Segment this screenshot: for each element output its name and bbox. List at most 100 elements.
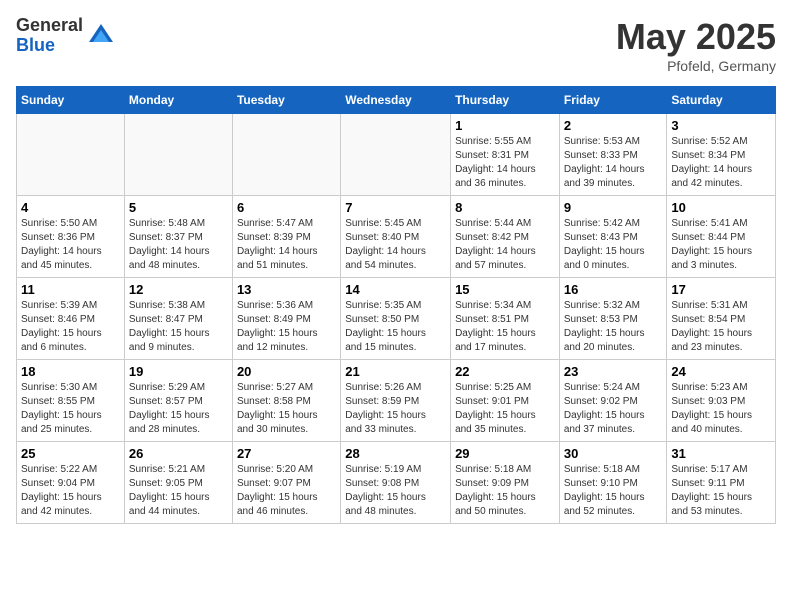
day-info: Sunrise: 5:17 AM Sunset: 9:11 PM Dayligh… — [671, 463, 771, 519]
calendar-cell: 10 Sunrise: 5:41 AM Sunset: 8:44 PM Dayli… — [667, 196, 776, 278]
day-info: Sunrise: 5:55 AM Sunset: 8:31 PM Dayligh… — [455, 135, 555, 191]
calendar-cell: 27Sunrise: 5:20 AM Sunset: 9:07 PM Dayli… — [232, 442, 340, 524]
day-info: Sunrise: 5:19 AM Sunset: 9:08 PM Dayligh… — [345, 463, 446, 519]
day-info: Sunrise: 5:22 AM Sunset: 9:04 PM Dayligh… — [21, 463, 120, 519]
day-info: Sunrise: 5:18 AM Sunset: 9:09 PM Dayligh… — [455, 463, 555, 519]
day-info: Sunrise: 5:27 AM Sunset: 8:58 PM Dayligh… — [237, 381, 336, 437]
weekday-header-monday: Monday — [124, 87, 232, 114]
day-info: Sunrise: 5:25 AM Sunset: 9:01 PM Dayligh… — [455, 381, 555, 437]
calendar-week-2: 4 Sunrise: 5:50 AM Sunset: 8:36 PM Daylig… — [17, 196, 776, 278]
day-info: Sunrise: 5:34 AM Sunset: 8:51 PM Dayligh… — [455, 299, 555, 355]
day-info: Sunrise: 5:18 AM Sunset: 9:10 PM Dayligh… — [564, 463, 663, 519]
day-info: Sunrise: 5:50 AM Sunset: 8:36 PM Dayligh… — [21, 217, 120, 273]
day-number: 25 — [21, 446, 120, 461]
calendar-cell: 1 Sunrise: 5:55 AM Sunset: 8:31 PM Daylig… — [451, 114, 560, 196]
page-header: General Blue May 2025 Pfofeld, Germany — [16, 16, 776, 74]
weekday-header-tuesday: Tuesday — [232, 87, 340, 114]
day-info: Sunrise: 5:39 AM Sunset: 8:46 PM Dayligh… — [21, 299, 120, 355]
calendar-cell: 25 Sunrise: 5:22 AM Sunset: 9:04 PM Dayli… — [17, 442, 125, 524]
calendar-cell: 21 Sunrise: 5:26 AM Sunset: 8:59 PM Dayli… — [341, 360, 451, 442]
day-number: 13 — [237, 282, 336, 297]
day-number: 30 — [564, 446, 663, 461]
weekday-header-friday: Friday — [559, 87, 667, 114]
calendar-cell: 9 Sunrise: 5:42 AM Sunset: 8:43 PM Daylig… — [559, 196, 667, 278]
calendar-cell: 20 Sunrise: 5:27 AM Sunset: 8:58 PM Dayli… — [232, 360, 340, 442]
day-number: 15 — [455, 282, 555, 297]
calendar-cell: 7Sunrise: 5:45 AM Sunset: 8:40 PM Daylig… — [341, 196, 451, 278]
day-number: 10 — [671, 200, 771, 215]
day-number: 5 — [129, 200, 228, 215]
day-info: Sunrise: 5:47 AM Sunset: 8:39 PM Dayligh… — [237, 217, 336, 273]
calendar-cell: 8Sunrise: 5:44 AM Sunset: 8:42 PM Daylig… — [451, 196, 560, 278]
day-info: Sunrise: 5:29 AM Sunset: 8:57 PM Dayligh… — [129, 381, 228, 437]
calendar-week-3: 11 Sunrise: 5:39 AM Sunset: 8:46 PM Dayli… — [17, 278, 776, 360]
calendar-cell: 12 Sunrise: 5:38 AM Sunset: 8:47 PM Dayli… — [124, 278, 232, 360]
calendar-cell: 14 Sunrise: 5:35 AM Sunset: 8:50 PM Dayli… — [341, 278, 451, 360]
day-info: Sunrise: 5:31 AM Sunset: 8:54 PM Dayligh… — [671, 299, 771, 355]
day-number: 17 — [671, 282, 771, 297]
calendar-cell: 29 Sunrise: 5:18 AM Sunset: 9:09 PM Dayli… — [451, 442, 560, 524]
day-number: 24 — [671, 364, 771, 379]
calendar-cell: 13 Sunrise: 5:36 AM Sunset: 8:49 PM Dayli… — [232, 278, 340, 360]
calendar-cell: 16Sunrise: 5:32 AM Sunset: 8:53 PM Dayli… — [559, 278, 667, 360]
day-number: 31 — [671, 446, 771, 461]
calendar-cell: 24 Sunrise: 5:23 AM Sunset: 9:03 PM Dayli… — [667, 360, 776, 442]
weekday-header-row: SundayMondayTuesdayWednesdayThursdayFrid… — [17, 87, 776, 114]
calendar-cell: 19Sunrise: 5:29 AM Sunset: 8:57 PM Dayli… — [124, 360, 232, 442]
day-number: 6 — [237, 200, 336, 215]
calendar-cell — [124, 114, 232, 196]
day-info: Sunrise: 5:44 AM Sunset: 8:42 PM Dayligh… — [455, 217, 555, 273]
weekday-header-wednesday: Wednesday — [341, 87, 451, 114]
calendar-cell — [17, 114, 125, 196]
calendar-week-4: 18Sunrise: 5:30 AM Sunset: 8:55 PM Dayli… — [17, 360, 776, 442]
day-number: 16 — [564, 282, 663, 297]
calendar-cell: 22 Sunrise: 5:25 AM Sunset: 9:01 PM Dayli… — [451, 360, 560, 442]
day-number: 26 — [129, 446, 228, 461]
day-number: 4 — [21, 200, 120, 215]
weekday-header-thursday: Thursday — [451, 87, 560, 114]
calendar-cell: 30 Sunrise: 5:18 AM Sunset: 9:10 PM Dayli… — [559, 442, 667, 524]
day-number: 29 — [455, 446, 555, 461]
logo-general-text: General — [16, 16, 83, 36]
day-number: 20 — [237, 364, 336, 379]
day-number: 28 — [345, 446, 446, 461]
calendar-table: SundayMondayTuesdayWednesdayThursdayFrid… — [16, 86, 776, 524]
day-number: 3 — [671, 118, 771, 133]
calendar-cell: 31 Sunrise: 5:17 AM Sunset: 9:11 PM Dayli… — [667, 442, 776, 524]
day-number: 2 — [564, 118, 663, 133]
logo: General Blue — [16, 16, 115, 56]
title-block: May 2025 Pfofeld, Germany — [616, 16, 776, 74]
day-number: 9 — [564, 200, 663, 215]
day-info: Sunrise: 5:53 AM Sunset: 8:33 PM Dayligh… — [564, 135, 663, 191]
day-info: Sunrise: 5:23 AM Sunset: 9:03 PM Dayligh… — [671, 381, 771, 437]
day-info: Sunrise: 5:26 AM Sunset: 8:59 PM Dayligh… — [345, 381, 446, 437]
day-number: 21 — [345, 364, 446, 379]
calendar-cell: 4 Sunrise: 5:50 AM Sunset: 8:36 PM Daylig… — [17, 196, 125, 278]
day-number: 11 — [21, 282, 120, 297]
day-info: Sunrise: 5:21 AM Sunset: 9:05 PM Dayligh… — [129, 463, 228, 519]
day-info: Sunrise: 5:42 AM Sunset: 8:43 PM Dayligh… — [564, 217, 663, 273]
day-number: 23 — [564, 364, 663, 379]
day-number: 1 — [455, 118, 555, 133]
month-title: May 2025 — [616, 16, 776, 58]
day-number: 22 — [455, 364, 555, 379]
calendar-cell: 26 Sunrise: 5:21 AM Sunset: 9:05 PM Dayli… — [124, 442, 232, 524]
weekday-header-sunday: Sunday — [17, 87, 125, 114]
logo-icon — [87, 22, 115, 50]
day-info: Sunrise: 5:41 AM Sunset: 8:44 PM Dayligh… — [671, 217, 771, 273]
day-info: Sunrise: 5:48 AM Sunset: 8:37 PM Dayligh… — [129, 217, 228, 273]
calendar-cell: 3Sunrise: 5:52 AM Sunset: 8:34 PM Daylig… — [667, 114, 776, 196]
calendar-cell: 11 Sunrise: 5:39 AM Sunset: 8:46 PM Dayli… — [17, 278, 125, 360]
day-info: Sunrise: 5:36 AM Sunset: 8:49 PM Dayligh… — [237, 299, 336, 355]
day-number: 14 — [345, 282, 446, 297]
day-number: 12 — [129, 282, 228, 297]
day-number: 18 — [21, 364, 120, 379]
day-info: Sunrise: 5:38 AM Sunset: 8:47 PM Dayligh… — [129, 299, 228, 355]
calendar-cell: 18Sunrise: 5:30 AM Sunset: 8:55 PM Dayli… — [17, 360, 125, 442]
day-info: Sunrise: 5:35 AM Sunset: 8:50 PM Dayligh… — [345, 299, 446, 355]
day-number: 7 — [345, 200, 446, 215]
calendar-cell: 2 Sunrise: 5:53 AM Sunset: 8:33 PM Daylig… — [559, 114, 667, 196]
day-number: 27 — [237, 446, 336, 461]
calendar-week-1: 1 Sunrise: 5:55 AM Sunset: 8:31 PM Daylig… — [17, 114, 776, 196]
logo-blue-text: Blue — [16, 36, 83, 56]
